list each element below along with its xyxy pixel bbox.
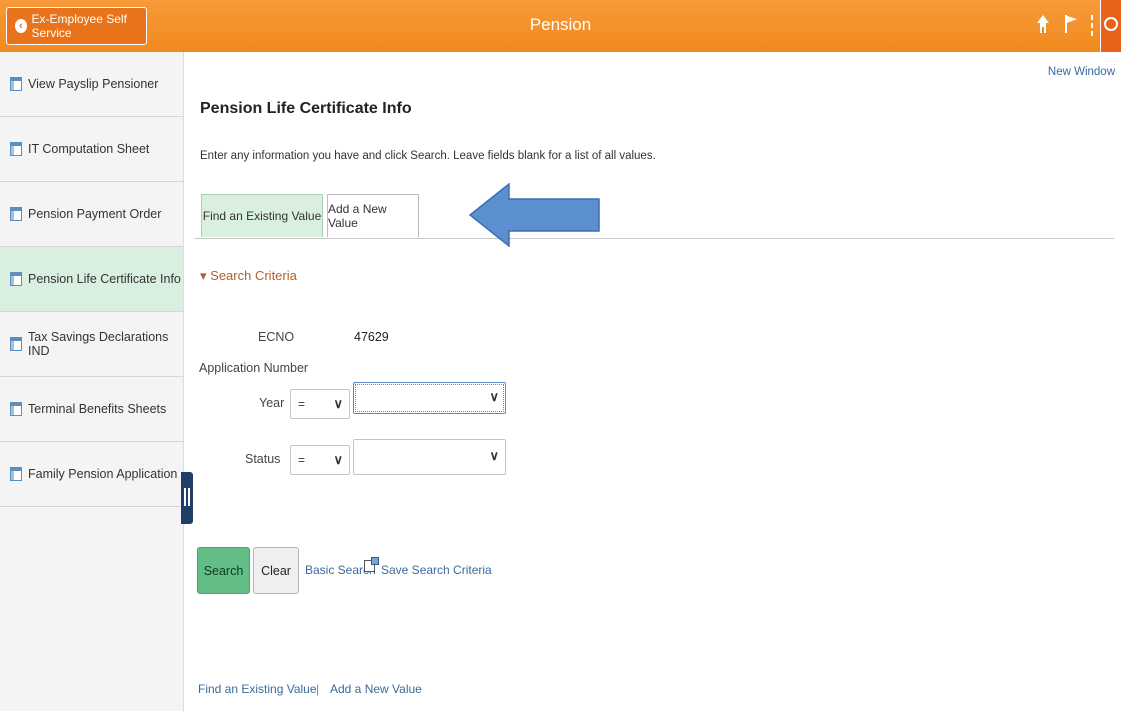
year-operator-value: =: [298, 397, 306, 411]
instructions-text: Enter any information you have and click…: [200, 150, 656, 162]
status-operator-select[interactable]: = ∨: [290, 445, 350, 475]
tab-label: Add a New Value: [328, 202, 387, 230]
page-icon: [10, 77, 22, 91]
sidebar-collapse-handle[interactable]: [181, 472, 193, 524]
footer-find-existing-value-link[interactable]: Find an Existing Value: [198, 682, 317, 696]
sidebar-item-view-payslip-pensioner[interactable]: View Payslip Pensioner: [0, 52, 183, 117]
sidebar-item-pension-life-certificate-info[interactable]: Pension Life Certificate Info: [0, 247, 183, 312]
tab-divider: [194, 238, 1114, 239]
footer-add-new-value-link[interactable]: Add a New Value: [330, 682, 422, 696]
page-icon: [10, 272, 22, 286]
year-label: Year: [259, 396, 285, 410]
tab-label: Find an Existing Value: [202, 209, 322, 223]
sidebar-item-label: Family Pension Application: [28, 467, 178, 481]
sidebar-item-label: Pension Payment Order: [28, 207, 162, 221]
tab-add-new-value[interactable]: Add a New Value: [327, 194, 419, 237]
sidebar-item-label: View Payslip Pensioner: [28, 77, 159, 91]
application-number-label: Application Number: [199, 361, 309, 375]
sidebar-item-it-computation-sheet[interactable]: IT Computation Sheet: [0, 117, 183, 182]
status-operator-value: =: [298, 453, 306, 467]
chevron-down-icon: ∨: [489, 389, 499, 404]
sidebar: View Payslip Pensioner IT Computation Sh…: [0, 52, 184, 711]
clear-button[interactable]: Clear: [253, 547, 299, 594]
sidebar-item-label: Tax Savings Declarations IND: [28, 330, 169, 358]
sidebar-item-label: IT Computation Sheet: [28, 142, 150, 156]
save-search-icon[interactable]: [364, 557, 379, 572]
footer-separator: |: [316, 682, 320, 696]
navbar-compass-icon[interactable]: [1100, 0, 1121, 52]
chevron-down-icon: ∨: [489, 448, 499, 463]
search-criteria-label: Search Criteria: [210, 268, 297, 283]
triangle-down-icon: ▾: [200, 268, 207, 283]
page-icon: [10, 142, 22, 156]
sidebar-item-label: Terminal Benefits Sheets: [28, 402, 167, 416]
app-header: ‹ Ex-Employee Self Service Pension: [0, 0, 1121, 52]
sidebar-item-pension-payment-order[interactable]: Pension Payment Order: [0, 182, 183, 247]
year-operator-select[interactable]: = ∨: [290, 389, 350, 419]
page-title: Pension Life Certificate Info: [200, 100, 412, 117]
page-icon: [10, 467, 22, 481]
sidebar-item-label: Pension Life Certificate Info: [28, 272, 181, 286]
chevron-down-icon: ∨: [333, 452, 343, 467]
search-criteria-toggle[interactable]: ▾ Search Criteria: [200, 268, 297, 284]
save-search-criteria-link[interactable]: Save Search Criteria: [381, 563, 492, 577]
status-label: Status: [245, 452, 281, 466]
sidebar-item-family-pension-application[interactable]: Family Pension Application: [0, 442, 183, 507]
tab-find-existing-value[interactable]: Find an Existing Value: [201, 194, 323, 237]
chevron-down-icon: ∨: [333, 396, 343, 411]
home-icon[interactable]: [1036, 14, 1050, 34]
page-icon: [10, 402, 22, 416]
page-header-title: Pension: [529, 15, 592, 34]
sidebar-item-tax-savings-declarations[interactable]: Tax Savings Declarations IND: [0, 312, 183, 377]
blue-arrow-annotation: [469, 183, 600, 247]
new-window-link[interactable]: New Window: [1048, 66, 1115, 78]
page-icon: [10, 207, 22, 221]
ecno-value: 47629: [354, 330, 389, 344]
year-value-select[interactable]: ∨: [353, 382, 506, 414]
flag-icon[interactable]: [1064, 14, 1078, 34]
sidebar-item-terminal-benefits-sheets[interactable]: Terminal Benefits Sheets: [0, 377, 183, 442]
page-icon: [10, 337, 22, 351]
more-vert-icon[interactable]: [1089, 14, 1095, 36]
status-value-select[interactable]: ∨: [353, 439, 506, 475]
ecno-label: ECNO: [258, 330, 295, 344]
search-button[interactable]: Search: [197, 547, 250, 594]
